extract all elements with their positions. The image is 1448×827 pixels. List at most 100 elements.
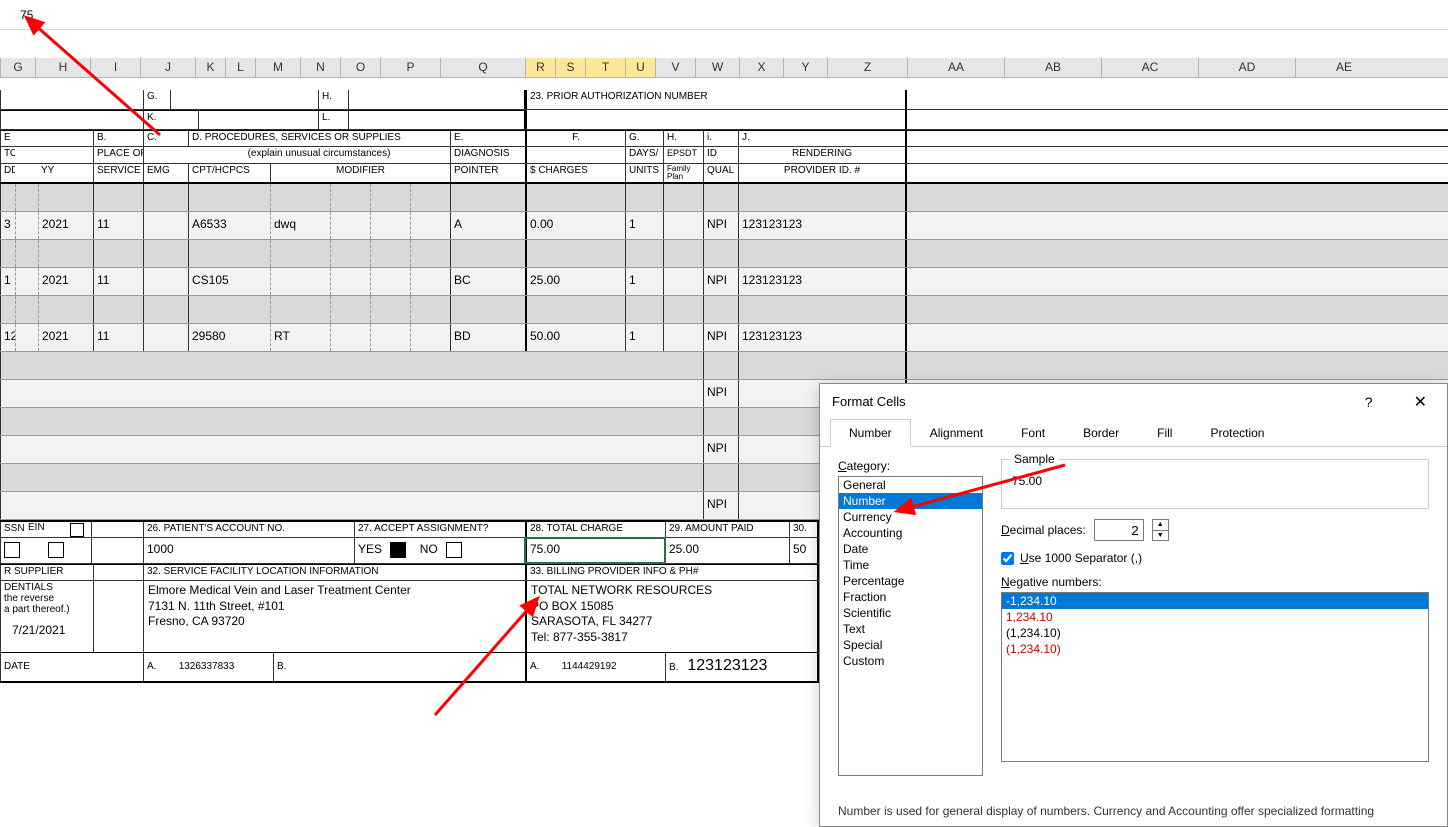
total-charge-cell[interactable]: 75.00 (525, 538, 665, 563)
form-cell: i. (703, 131, 738, 146)
separator-checkbox[interactable] (1001, 552, 1014, 565)
spinner-down[interactable]: ▼ (1153, 531, 1168, 541)
ssn-checkbox[interactable] (0, 538, 45, 563)
category-item-time[interactable]: Time (839, 557, 982, 573)
column-header-Y[interactable]: Y (783, 58, 827, 77)
yes-label: YES (358, 542, 382, 556)
category-item-currency[interactable]: Currency (839, 509, 982, 525)
form-cell: H. (318, 90, 348, 109)
column-header-G[interactable]: G (0, 58, 35, 77)
balance-cell[interactable]: 50 (789, 538, 819, 563)
close-button[interactable]: ✕ (1406, 392, 1435, 412)
sample-value: 75.00 (1012, 474, 1042, 488)
column-header-S[interactable]: S (555, 58, 585, 77)
category-item-general[interactable]: General (839, 477, 982, 493)
category-item-number[interactable]: Number (839, 493, 982, 509)
negative-item[interactable]: -1,234.10 (1002, 593, 1428, 609)
column-header-T[interactable]: T (585, 58, 625, 77)
form-cell: (explain unusual circumstances) (188, 147, 450, 163)
tab-protection[interactable]: Protection (1191, 419, 1283, 446)
spinner-up[interactable]: ▲ (1153, 520, 1168, 531)
column-header-L[interactable]: L (225, 58, 255, 77)
column-header-H[interactable]: H (35, 58, 90, 77)
form-cell: MODIFIER (270, 164, 450, 182)
category-list[interactable]: GeneralNumberCurrencyAccountingDateTimeP… (838, 476, 983, 776)
column-header-V[interactable]: V (655, 58, 695, 77)
account-no-cell[interactable]: 1000 (143, 538, 354, 563)
form-cell: UNITS (625, 164, 663, 182)
gray-spacer-row (0, 296, 1448, 324)
column-header-X[interactable]: X (739, 58, 783, 77)
category-item-date[interactable]: Date (839, 541, 982, 557)
negative-item[interactable]: 1,234.10 (1002, 609, 1428, 625)
amount-paid-cell[interactable]: 25.00 (665, 538, 789, 563)
data-row[interactable]: 3 2021 11 A6533 dwq A 0.00 1 NPI 1231231… (0, 212, 1448, 240)
category-item-special[interactable]: Special (839, 637, 982, 653)
data-row[interactable]: 12 2021 11 29580 RT BD 50.00 1 NPI 12312… (0, 324, 1448, 352)
form-cell (170, 90, 318, 109)
ein-checkbox[interactable] (67, 522, 91, 537)
tab-font[interactable]: Font (1002, 419, 1064, 446)
signature-date: 7/21/2021 (4, 623, 90, 637)
category-item-custom[interactable]: Custom (839, 653, 982, 669)
form-cell (794, 131, 907, 146)
category-item-fraction[interactable]: Fraction (839, 589, 982, 605)
category-item-text[interactable]: Text (839, 621, 982, 637)
column-header-AD[interactable]: AD (1198, 58, 1295, 77)
help-button[interactable]: ? (1357, 394, 1381, 410)
form-cell: PLACE OF (93, 147, 143, 163)
tab-border[interactable]: Border (1064, 419, 1138, 446)
form-cell: L. (318, 110, 348, 129)
negative-item[interactable]: (1,234.10) (1002, 641, 1428, 657)
decimal-input[interactable] (1094, 519, 1144, 541)
column-header-N[interactable]: N (300, 58, 340, 77)
tab-alignment[interactable]: Alignment (911, 419, 1002, 446)
column-header-K[interactable]: K (195, 58, 225, 77)
form-cell: YY (38, 164, 93, 182)
form-cell: G. (625, 131, 663, 146)
yes-checkbox[interactable] (390, 542, 406, 558)
tab-number[interactable]: Number (830, 419, 911, 447)
column-header-AB[interactable]: AB (1004, 58, 1101, 77)
formula-bar[interactable]: 75 (0, 0, 1448, 30)
no-checkbox[interactable] (446, 542, 462, 558)
form-cell (15, 164, 38, 182)
column-header-AC[interactable]: AC (1101, 58, 1198, 77)
form-cell (348, 110, 525, 129)
decimal-spinner[interactable]: ▲ ▼ (1152, 519, 1169, 541)
column-header-I[interactable]: I (90, 58, 140, 77)
form-cell: EMG (143, 164, 188, 182)
dialog-header[interactable]: Format Cells ? ✕ (820, 384, 1447, 419)
accept-assignment[interactable]: YES NO (354, 538, 525, 563)
form-cell: DIAGNOSIS (450, 147, 525, 163)
negative-list[interactable]: -1,234.101,234.10(1,234.10)(1,234.10) (1001, 592, 1429, 762)
form-cell (525, 110, 907, 129)
form-cell (91, 522, 143, 537)
column-header-Z[interactable]: Z (827, 58, 907, 77)
column-header-W[interactable]: W (695, 58, 739, 77)
column-header-O[interactable]: O (340, 58, 380, 77)
category-item-percentage[interactable]: Percentage (839, 573, 982, 589)
column-header-M[interactable]: M (255, 58, 300, 77)
column-header-U[interactable]: U (625, 58, 655, 77)
data-row[interactable]: 1 2021 11 CS105 BC 25.00 1 NPI 123123123 (0, 268, 1448, 296)
tab-fill[interactable]: Fill (1138, 419, 1191, 446)
category-item-accounting[interactable]: Accounting (839, 525, 982, 541)
form-cell: 29. AMOUNT PAID (665, 522, 789, 537)
column-header-R[interactable]: R (525, 58, 555, 77)
column-header-AE[interactable]: AE (1295, 58, 1392, 77)
column-header-AA[interactable]: AA (907, 58, 1004, 77)
separator-label: Use 1000 Separator (,) (1020, 551, 1142, 565)
column-header-P[interactable]: P (380, 58, 440, 77)
form-cell: 26. PATIENT'S ACCOUNT NO. (143, 522, 354, 537)
billing-address: TOTAL NETWORK RESOURCES PO BOX 15085 SAR… (525, 581, 819, 652)
category-item-scientific[interactable]: Scientific (839, 605, 982, 621)
format-cells-dialog[interactable]: Format Cells ? ✕ NumberAlignmentFontBord… (819, 383, 1448, 827)
no-label: NO (420, 542, 438, 556)
column-header-J[interactable]: J (140, 58, 195, 77)
form-cell: 27. ACCEPT ASSIGNMENT? (354, 522, 525, 537)
ein-checkbox2[interactable] (45, 538, 91, 563)
form-cell: SSN (0, 522, 25, 537)
negative-item[interactable]: (1,234.10) (1002, 625, 1428, 641)
column-header-Q[interactable]: Q (440, 58, 525, 77)
